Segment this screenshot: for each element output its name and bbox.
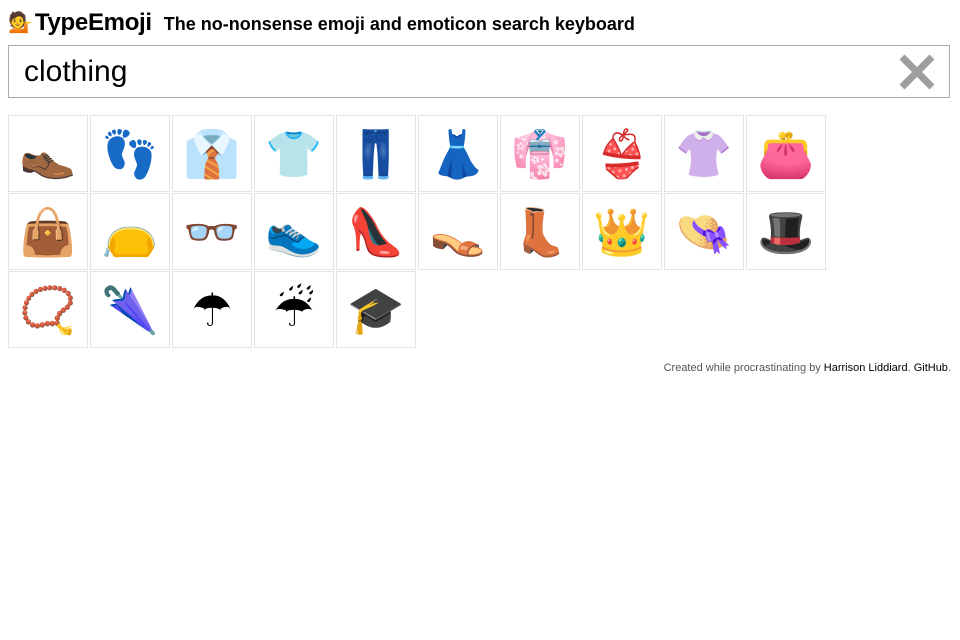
emoji-result-closed-umbrella[interactable]: 🌂: [90, 271, 170, 348]
github-link[interactable]: GitHub: [914, 362, 948, 374]
footer: Created while procrastinating by Harriso…: [664, 362, 951, 374]
author-link[interactable]: Harrison Liddiard: [824, 362, 908, 374]
emoji-result-umbrella-with-rain-drops[interactable]: ☔: [254, 271, 334, 348]
emoji-result-top-hat[interactable]: 🎩: [746, 193, 826, 270]
emoji-result-purse[interactable]: 👛: [746, 115, 826, 192]
logo-person-tipping-hand-icon: 💁: [8, 12, 33, 34]
emoji-results-grid: 👞 👣 👔 👕 👖 👗 👘 👙 👚 👛 👜 👝 👓 👟 👠 👡 👢 👑 👒 🎩 📿 🌂 ☂ ☔ 🎓: [8, 115, 908, 349]
tagline: The no-nonsense emoji and emoticon searc…: [163, 13, 635, 34]
emoji-result-dress[interactable]: 👗: [418, 115, 498, 192]
emoji-result-crown[interactable]: 👑: [582, 193, 662, 270]
emoji-result-bikini[interactable]: 👙: [582, 115, 662, 192]
close-icon: [899, 54, 935, 90]
search-input[interactable]: [9, 46, 889, 97]
emoji-result-eyeglasses[interactable]: 👓: [172, 193, 252, 270]
emoji-result-prayer-beads[interactable]: 📿: [8, 271, 88, 348]
header: 💁 TypeEmoji The no-nonsense emoji and em…: [8, 8, 635, 38]
footer-suffix: .: [947, 362, 951, 374]
search-box: [8, 45, 950, 98]
emoji-result-womans-clothes[interactable]: 👚: [664, 115, 744, 192]
emoji-result-womans-boots[interactable]: 👢: [500, 193, 580, 270]
emoji-result-womans-hat[interactable]: 👒: [664, 193, 744, 270]
emoji-result-womans-sandal[interactable]: 👡: [418, 193, 498, 270]
emoji-result-high-heeled-shoe[interactable]: 👠: [336, 193, 416, 270]
emoji-result-handbag[interactable]: 👜: [8, 193, 88, 270]
emoji-result-mans-shoe[interactable]: 👞: [8, 115, 88, 192]
emoji-result-athletic-shoe[interactable]: 👟: [254, 193, 334, 270]
footer-text: Created while procrastinating by: [663, 362, 824, 374]
emoji-result-footprints[interactable]: 👣: [90, 115, 170, 192]
emoji-result-graduation-cap[interactable]: 🎓: [336, 271, 416, 348]
emoji-result-necktie[interactable]: 👔: [172, 115, 252, 192]
emoji-result-jeans[interactable]: 👖: [336, 115, 416, 192]
app-title: TypeEmoji: [34, 9, 152, 36]
emoji-result-t-shirt[interactable]: 👕: [254, 115, 334, 192]
emoji-result-pouch[interactable]: 👝: [90, 193, 170, 270]
emoji-result-umbrella[interactable]: ☂: [172, 271, 252, 348]
emoji-result-kimono[interactable]: 👘: [500, 115, 580, 192]
clear-search-button[interactable]: [897, 52, 937, 92]
